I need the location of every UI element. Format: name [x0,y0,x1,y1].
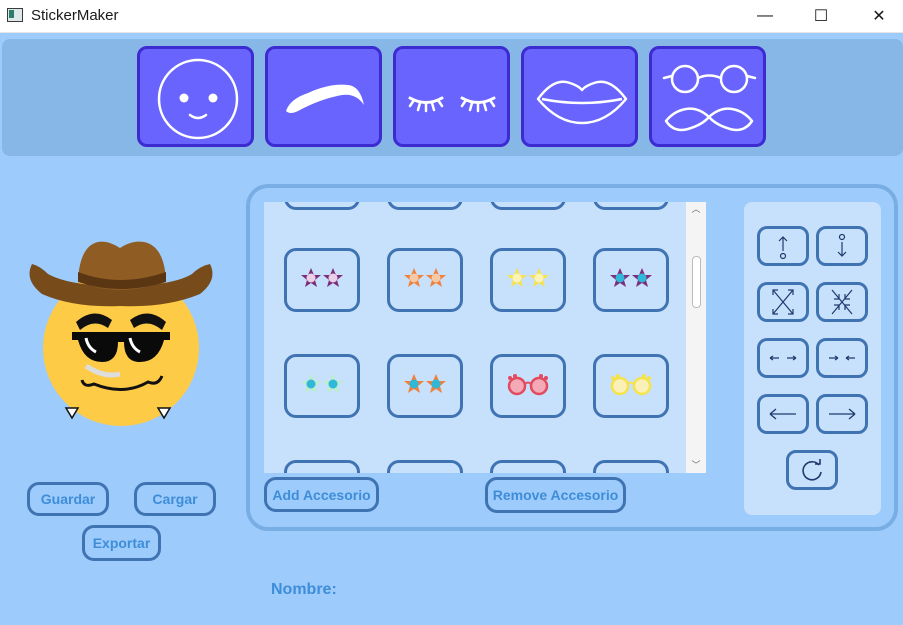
move-right-button[interactable] [816,394,868,434]
face-icon [157,58,239,140]
category-face-button[interactable] [137,46,254,147]
round-glasses-icon [610,374,652,396]
widen-button[interactable] [757,338,809,378]
category-lips-button[interactable] [521,46,638,147]
rotate-icon [802,459,822,481]
accessory-tile[interactable] [284,460,360,473]
move-down-button[interactable] [816,226,868,266]
accessory-tile[interactable] [387,460,463,473]
star-glasses-icon [404,374,446,393]
minimize-button[interactable]: — [742,0,788,32]
accessory-tile[interactable] [593,460,669,473]
star-glasses-icon [507,268,549,287]
move-left-icon [769,408,796,420]
window-title: StickerMaker [31,7,119,24]
accessory-tile[interactable] [490,202,566,210]
move-left-button[interactable] [757,394,809,434]
accessory-tile[interactable] [490,460,566,473]
scroll-up-icon[interactable]: ︿ [690,204,702,214]
accessory-tile[interactable] [387,202,463,210]
accessory-grid [264,202,706,473]
narrow-button[interactable] [816,338,868,378]
star-glasses-icon [404,268,446,287]
move-down-icon [837,233,847,257]
export-button[interactable]: Exportar [82,525,161,561]
scroll-down-icon[interactable]: ﹀ [690,460,702,470]
accessory-tile[interactable] [593,202,669,210]
category-accessories-button[interactable] [649,46,766,147]
app-icon [7,8,23,22]
scroll-thumb[interactable] [692,256,701,308]
load-button[interactable]: Cargar [134,482,216,516]
sticker-preview [24,236,216,432]
star-glasses-icon [301,268,343,287]
shrink-button[interactable] [816,282,868,322]
accessory-tile-star-glasses-purple[interactable] [284,248,360,312]
accessory-tile-round-glasses-yellow[interactable] [593,354,669,418]
add-accessory-button[interactable]: Add Accesorio [264,477,379,512]
move-up-button[interactable] [757,226,809,266]
expand-button[interactable] [757,282,809,322]
accessory-scrollbar[interactable] [686,202,706,473]
accessory-tile-round-glasses-red[interactable] [490,354,566,418]
close-button[interactable]: ✕ [856,0,902,32]
move-up-icon [778,236,788,260]
category-eyebrows-button[interactable] [265,46,382,147]
name-label: Nombre: [271,581,337,598]
shrink-icon [831,289,853,315]
title-bar: StickerMaker — ☐ ✕ [0,0,903,33]
star-glasses-icon [301,374,343,393]
save-button[interactable]: Guardar [27,482,109,516]
rotate-button[interactable] [786,450,838,490]
widen-icon [769,355,797,361]
accessory-tile-star-glasses-purple-blue[interactable] [593,248,669,312]
accessory-tile-star-glasses-orange-blue[interactable] [387,354,463,418]
remove-accessory-button[interactable]: Remove Accesorio [485,477,626,513]
eyelashes-icon [408,96,496,113]
accessory-tile-star-glasses-yellow[interactable] [490,248,566,312]
category-eyes-button[interactable] [393,46,510,147]
accessory-tile-star-glasses-green[interactable] [284,354,360,418]
accessory-tile-star-glasses-orange[interactable] [387,248,463,312]
narrow-icon [829,355,855,361]
star-glasses-icon [610,268,652,287]
lips-icon [536,80,628,125]
round-glasses-icon [507,374,549,396]
accessory-tile[interactable] [284,202,360,210]
move-right-icon [829,408,856,420]
maximize-button[interactable]: ☐ [798,0,844,32]
expand-icon [772,289,794,315]
eyebrow-icon [286,84,364,113]
glasses-mustache-icon [662,64,757,132]
